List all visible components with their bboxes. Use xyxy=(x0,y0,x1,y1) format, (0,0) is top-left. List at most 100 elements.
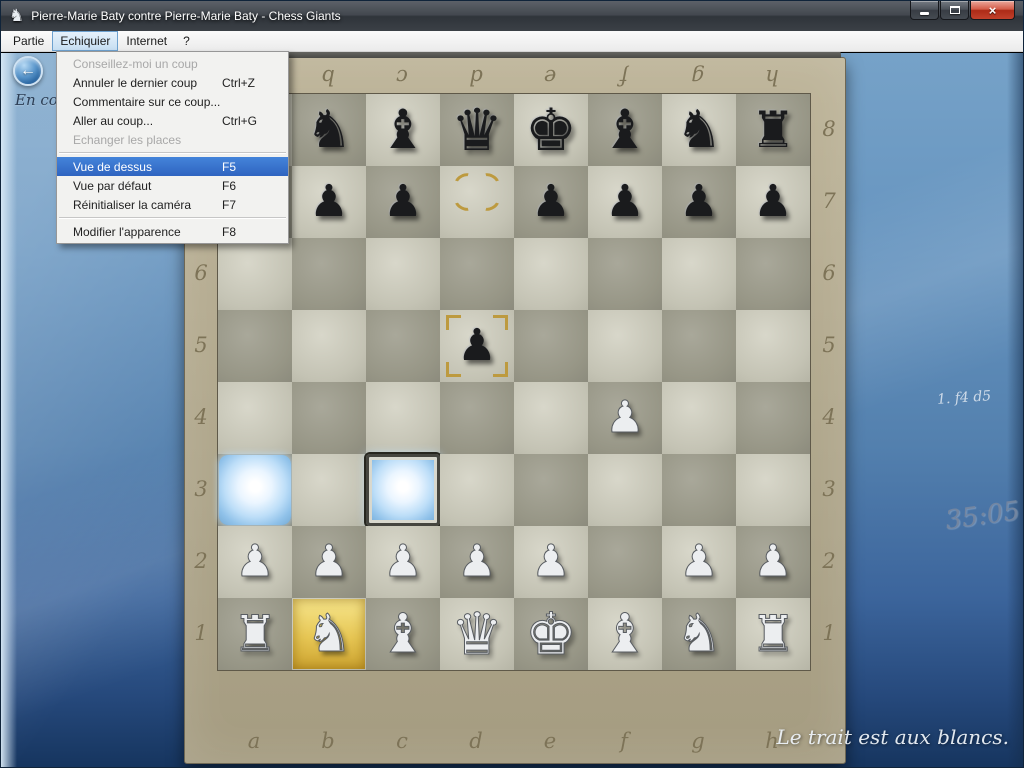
app-icon: ♞ xyxy=(9,6,24,26)
menu-item-shortcut: Ctrl+Z xyxy=(222,76,284,90)
window-controls: × xyxy=(910,1,1015,20)
menu-item-conseillez-moi-un-coup[interactable]: Conseillez-moi un coup xyxy=(57,54,288,73)
white-rook[interactable]: ♜ xyxy=(736,598,810,670)
square-a5[interactable] xyxy=(218,310,292,382)
white-pawn[interactable]: ♟ xyxy=(662,526,736,598)
rank-label-left-4: 4 xyxy=(185,381,217,453)
square-f6[interactable] xyxy=(588,238,662,310)
square-c3[interactable] xyxy=(366,454,440,526)
square-d4[interactable] xyxy=(440,382,514,454)
square-e5[interactable] xyxy=(514,310,588,382)
white-knight[interactable]: ♞ xyxy=(662,598,736,670)
square-g3[interactable] xyxy=(662,454,736,526)
square-a3[interactable] xyxy=(218,454,292,526)
square-e4[interactable] xyxy=(514,382,588,454)
back-button[interactable]: ← xyxy=(13,56,43,86)
file-label-top-e: e xyxy=(513,63,587,91)
origin-arc-icon xyxy=(452,192,476,214)
black-bishop[interactable]: ♝ xyxy=(366,94,440,166)
black-pawn[interactable]: ♟ xyxy=(292,166,366,238)
white-pawn[interactable]: ♟ xyxy=(736,526,810,598)
square-h5[interactable] xyxy=(736,310,810,382)
white-pawn[interactable]: ♟ xyxy=(514,526,588,598)
white-pawn[interactable]: ♟ xyxy=(218,526,292,598)
highlight-target-square xyxy=(366,454,440,526)
move-origin-marker xyxy=(440,166,514,238)
rank-label-left-1: 1 xyxy=(185,597,217,669)
square-f3[interactable] xyxy=(588,454,662,526)
square-e3[interactable] xyxy=(514,454,588,526)
menu-item-modifier-l-apparence[interactable]: Modifier l'apparenceF8 xyxy=(57,222,288,241)
square-d7[interactable] xyxy=(440,166,514,238)
menubar-item-echiquier[interactable]: Echiquier xyxy=(52,31,118,51)
close-button[interactable]: × xyxy=(970,1,1015,20)
menu-item-vue-de-dessus[interactable]: Vue de dessusF5 xyxy=(57,157,288,176)
white-pawn[interactable]: ♟ xyxy=(588,382,662,454)
square-h3[interactable] xyxy=(736,454,810,526)
black-pawn[interactable]: ♟ xyxy=(440,310,514,382)
square-g5[interactable] xyxy=(662,310,736,382)
menu-item-shortcut: Ctrl+G xyxy=(222,114,284,128)
black-knight[interactable]: ♞ xyxy=(662,94,736,166)
square-f2[interactable] xyxy=(588,526,662,598)
file-label-top-g: g xyxy=(661,63,735,91)
black-king[interactable]: ♚ xyxy=(514,94,588,166)
black-pawn[interactable]: ♟ xyxy=(366,166,440,238)
square-h4[interactable] xyxy=(736,382,810,454)
square-d6[interactable] xyxy=(440,238,514,310)
black-pawn[interactable]: ♟ xyxy=(514,166,588,238)
white-pawn[interactable]: ♟ xyxy=(366,526,440,598)
black-rook[interactable]: ♜ xyxy=(736,94,810,166)
square-a4[interactable] xyxy=(218,382,292,454)
close-icon: × xyxy=(989,2,997,19)
menu-item-vue-par-d-faut[interactable]: Vue par défautF6 xyxy=(57,176,288,195)
title-bar[interactable]: ♞ Pierre-Marie Baty contre Pierre-Marie … xyxy=(1,1,1023,31)
black-pawn[interactable]: ♟ xyxy=(736,166,810,238)
menu-item-shortcut: F7 xyxy=(222,198,284,212)
white-bishop[interactable]: ♝ xyxy=(588,598,662,670)
square-e6[interactable] xyxy=(514,238,588,310)
white-knight[interactable]: ♞ xyxy=(292,598,366,670)
white-pawn[interactable]: ♟ xyxy=(292,526,366,598)
black-knight[interactable]: ♞ xyxy=(292,94,366,166)
maximize-button[interactable] xyxy=(940,1,969,20)
square-f5[interactable] xyxy=(588,310,662,382)
menu-item-annuler-le-dernier-coup[interactable]: Annuler le dernier coupCtrl+Z xyxy=(57,73,288,92)
black-queen[interactable]: ♛ xyxy=(440,94,514,166)
square-c6[interactable] xyxy=(366,238,440,310)
square-h6[interactable] xyxy=(736,238,810,310)
white-king[interactable]: ♚ xyxy=(514,598,588,670)
file-label-top-d: d xyxy=(439,63,513,91)
rank-label-right-4: 4 xyxy=(812,381,846,453)
square-c4[interactable] xyxy=(366,382,440,454)
white-rook[interactable]: ♜ xyxy=(218,598,292,670)
square-a6[interactable] xyxy=(218,238,292,310)
square-g4[interactable] xyxy=(662,382,736,454)
menubar-item-partie[interactable]: Partie xyxy=(5,31,52,51)
black-pawn[interactable]: ♟ xyxy=(662,166,736,238)
rank-label-left-5: 5 xyxy=(185,309,217,381)
black-pawn[interactable]: ♟ xyxy=(588,166,662,238)
menu-item-aller-au-coup[interactable]: Aller au coup...Ctrl+G xyxy=(57,111,288,130)
white-queen[interactable]: ♛ xyxy=(440,598,514,670)
menu-item-echanger-les-places[interactable]: Echanger les places xyxy=(57,130,288,149)
square-b6[interactable] xyxy=(292,238,366,310)
square-d3[interactable] xyxy=(440,454,514,526)
menu-item-commentaire-sur-ce-coup[interactable]: Commentaire sur ce coup... xyxy=(57,92,288,111)
file-label-top-b: b xyxy=(291,63,365,91)
menubar-item-internet[interactable]: Internet xyxy=(118,31,175,51)
menu-item-r-initialiser-la-cam-ra[interactable]: Réinitialiser la caméraF7 xyxy=(57,195,288,214)
file-label-top-c: c xyxy=(365,63,439,91)
white-bishop[interactable]: ♝ xyxy=(366,598,440,670)
black-bishop[interactable]: ♝ xyxy=(588,94,662,166)
square-b4[interactable] xyxy=(292,382,366,454)
square-b3[interactable] xyxy=(292,454,366,526)
menu-item-label: Modifier l'apparence xyxy=(73,225,222,239)
square-c5[interactable] xyxy=(366,310,440,382)
square-g6[interactable] xyxy=(662,238,736,310)
white-pawn[interactable]: ♟ xyxy=(440,526,514,598)
menubar-item-help[interactable]: ? xyxy=(175,31,198,51)
minimize-button[interactable] xyxy=(910,1,939,20)
square-b5[interactable] xyxy=(292,310,366,382)
file-label-top-h: h xyxy=(735,63,809,91)
